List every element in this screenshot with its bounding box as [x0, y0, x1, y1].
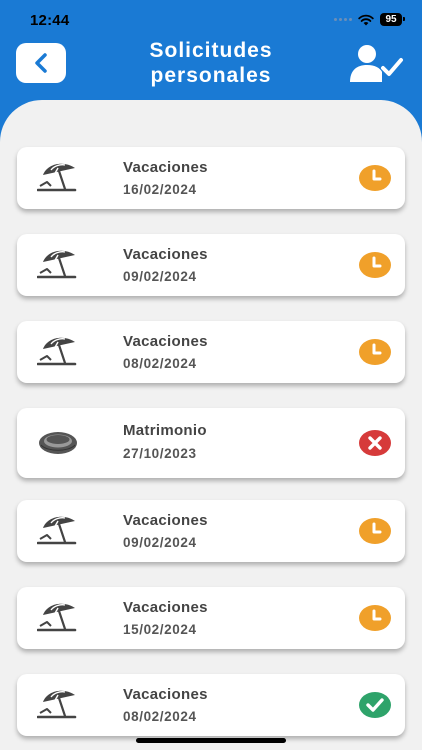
status-time: 12:44 — [30, 12, 70, 29]
page-title-line2: personales — [150, 64, 272, 87]
pending-clock-icon — [359, 605, 391, 631]
request-card[interactable]: Vacaciones 15/02/2024 — [17, 587, 405, 649]
request-card[interactable]: Vacaciones 09/02/2024 — [17, 500, 405, 562]
back-button[interactable] — [16, 43, 66, 83]
user-check-icon — [350, 45, 403, 82]
request-card[interactable]: Vacaciones 09/02/2024 — [17, 234, 405, 296]
beach-umbrella-icon — [36, 599, 79, 635]
request-date: 15/02/2024 — [123, 622, 197, 637]
request-date: 08/02/2024 — [123, 356, 197, 371]
user-check-button[interactable] — [350, 42, 404, 84]
request-type: Vacaciones — [123, 512, 208, 529]
pending-clock-icon — [359, 339, 391, 365]
request-card[interactable]: Vacaciones 08/02/2024 — [17, 674, 405, 736]
beach-umbrella-icon — [36, 159, 79, 195]
home-indicator — [136, 738, 286, 743]
pending-clock-icon — [359, 252, 391, 278]
request-date: 09/02/2024 — [123, 535, 197, 550]
request-type: Vacaciones — [123, 333, 208, 350]
chevron-left-icon — [35, 53, 47, 73]
requests-panel: Vacaciones 16/02/2024 Vacaciones 09/02/202… — [0, 100, 422, 750]
battery-level: 95 — [380, 13, 405, 26]
request-date: 09/02/2024 — [123, 269, 197, 284]
wifi-icon — [358, 14, 374, 25]
beach-umbrella-icon — [36, 686, 79, 722]
status-bar: 12:44 95 — [0, 0, 422, 38]
request-date: 16/02/2024 — [123, 182, 197, 197]
header: Solicitudes personales — [0, 38, 422, 98]
request-date: 08/02/2024 — [123, 709, 197, 724]
request-card[interactable]: Vacaciones 08/02/2024 — [17, 321, 405, 383]
pending-clock-icon — [359, 165, 391, 191]
request-type: Matrimonio — [123, 422, 207, 439]
request-type: Vacaciones — [123, 246, 208, 263]
approved-status-icon — [359, 692, 391, 718]
request-type: Vacaciones — [123, 159, 208, 176]
beach-umbrella-icon — [36, 246, 79, 282]
beach-umbrella-icon — [36, 333, 79, 369]
beach-umbrella-icon — [36, 512, 79, 548]
request-type: Vacaciones — [123, 599, 208, 616]
page-title: Solicitudes personales — [100, 38, 322, 88]
request-card[interactable]: Matrimonio 27/10/2023 — [17, 408, 405, 478]
request-date: 27/10/2023 — [123, 446, 197, 461]
wedding-ring-icon — [37, 425, 79, 461]
status-indicators: 95 — [334, 13, 405, 26]
cellular-signal-icon — [334, 18, 352, 21]
pending-clock-icon — [359, 518, 391, 544]
page-title-line1: Solicitudes — [149, 39, 273, 62]
request-card[interactable]: Vacaciones 16/02/2024 — [17, 147, 405, 209]
rejected-status-icon — [359, 430, 391, 456]
request-type: Vacaciones — [123, 686, 208, 703]
